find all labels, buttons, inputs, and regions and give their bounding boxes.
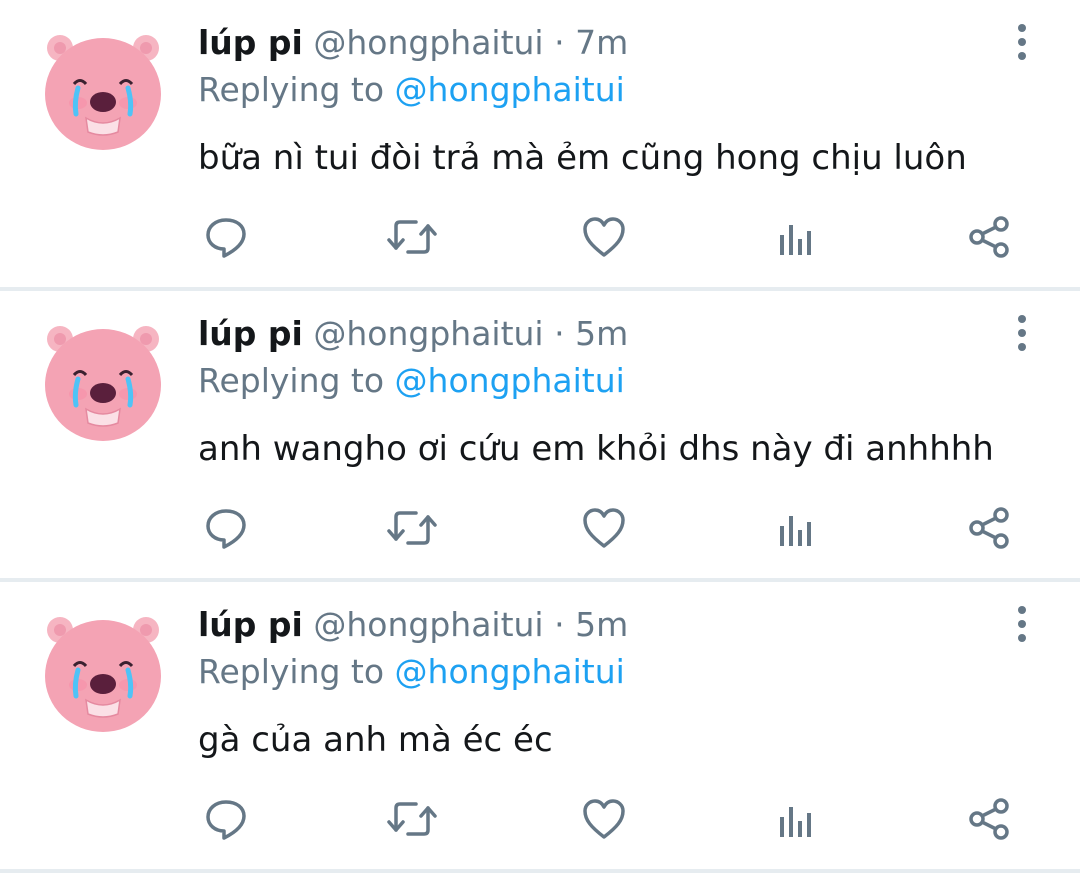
avatar[interactable] — [40, 319, 166, 445]
tweet-header: lúp pi @hongphaitui · 5m — [198, 309, 1020, 359]
handle[interactable]: @hongphaitui — [313, 314, 543, 353]
reply-bubble-icon — [206, 800, 246, 840]
replying-to-line: Replying to @hongphaitui — [198, 359, 1020, 403]
stats-bars-icon — [780, 807, 811, 837]
display-name[interactable]: lúp pi — [198, 314, 303, 353]
avatar[interactable] — [40, 610, 166, 736]
time-separator: · — [554, 314, 565, 353]
tweet[interactable]: lúp pi @hongphaitui · 5m Replying to @ho… — [0, 291, 1080, 582]
tweet-text: gà của anh mà éc éc — [198, 720, 553, 760]
retweet-icon — [387, 511, 437, 545]
heart-icon — [583, 799, 625, 839]
stats-button[interactable] — [768, 210, 824, 264]
tweet[interactable]: lúp pi @hongphaitui · 7m Replying to @ho… — [0, 0, 1080, 291]
reply-mention-link[interactable]: @hongphaitui — [395, 652, 625, 691]
share-button[interactable] — [962, 210, 1018, 264]
reply-button[interactable] — [198, 792, 254, 846]
replying-prefix: Replying to — [198, 361, 385, 400]
tweet-feed: lúp pi @hongphaitui · 7m Replying to @ho… — [0, 0, 1080, 880]
vertical-dots-icon[interactable] — [1010, 22, 1034, 62]
replying-to-line: Replying to @hongphaitui — [198, 68, 1020, 112]
tweet-content: lúp pi @hongphaitui · 7m Replying to @ho… — [198, 18, 1020, 182]
stats-button[interactable] — [768, 792, 824, 846]
tweet-content: lúp pi @hongphaitui · 5m Replying to @ho… — [198, 309, 1020, 473]
reply-mention-link[interactable]: @hongphaitui — [395, 361, 625, 400]
stats-button[interactable] — [768, 501, 824, 555]
reply-bubble-icon — [206, 218, 246, 258]
tweet-text: bữa nì tui đòi trả mà ẻm cũng hong chịu … — [198, 138, 967, 178]
retweet-icon — [387, 220, 437, 254]
heart-icon — [583, 217, 625, 257]
tweet-actions — [198, 501, 1018, 555]
like-button[interactable] — [576, 792, 632, 846]
time-separator: · — [554, 605, 565, 644]
tweet-actions — [198, 792, 1018, 846]
like-button[interactable] — [576, 501, 632, 555]
tweet-actions — [198, 210, 1018, 264]
like-button[interactable] — [576, 210, 632, 264]
tweet-content: lúp pi @hongphaitui · 5m Replying to @ho… — [198, 600, 1020, 764]
handle[interactable]: @hongphaitui — [313, 605, 543, 644]
tweet-text: anh wangho ơi cứu em khỏi dhs này đi anh… — [198, 429, 994, 469]
share-icon — [969, 216, 1009, 258]
reply-mention-link[interactable]: @hongphaitui — [395, 70, 625, 109]
timestamp[interactable]: 5m — [575, 314, 628, 353]
display-name[interactable]: lúp pi — [198, 605, 303, 644]
tweet[interactable]: lúp pi @hongphaitui · 5m Replying to @ho… — [0, 582, 1080, 873]
stats-bars-icon — [780, 516, 811, 546]
retweet-button[interactable] — [384, 792, 440, 846]
share-button[interactable] — [962, 792, 1018, 846]
replying-prefix: Replying to — [198, 70, 385, 109]
heart-icon — [583, 508, 625, 548]
reply-button[interactable] — [198, 210, 254, 264]
vertical-dots-icon[interactable] — [1010, 313, 1034, 353]
timestamp[interactable]: 5m — [575, 605, 628, 644]
retweet-button[interactable] — [384, 210, 440, 264]
share-icon — [969, 507, 1009, 549]
reply-button[interactable] — [198, 501, 254, 555]
share-icon — [969, 798, 1009, 840]
vertical-dots-icon[interactable] — [1010, 604, 1034, 644]
time-separator: · — [554, 23, 565, 62]
share-button[interactable] — [962, 501, 1018, 555]
reply-bubble-icon — [206, 509, 246, 549]
stats-bars-icon — [780, 225, 811, 255]
replying-to-line: Replying to @hongphaitui — [198, 650, 1020, 694]
retweet-button[interactable] — [384, 501, 440, 555]
timestamp[interactable]: 7m — [575, 23, 628, 62]
avatar[interactable] — [40, 28, 166, 154]
handle[interactable]: @hongphaitui — [313, 23, 543, 62]
tweet-header: lúp pi @hongphaitui · 7m — [198, 18, 1020, 68]
tweet-header: lúp pi @hongphaitui · 5m — [198, 600, 1020, 650]
retweet-icon — [387, 802, 437, 836]
display-name[interactable]: lúp pi — [198, 23, 303, 62]
replying-prefix: Replying to — [198, 652, 385, 691]
